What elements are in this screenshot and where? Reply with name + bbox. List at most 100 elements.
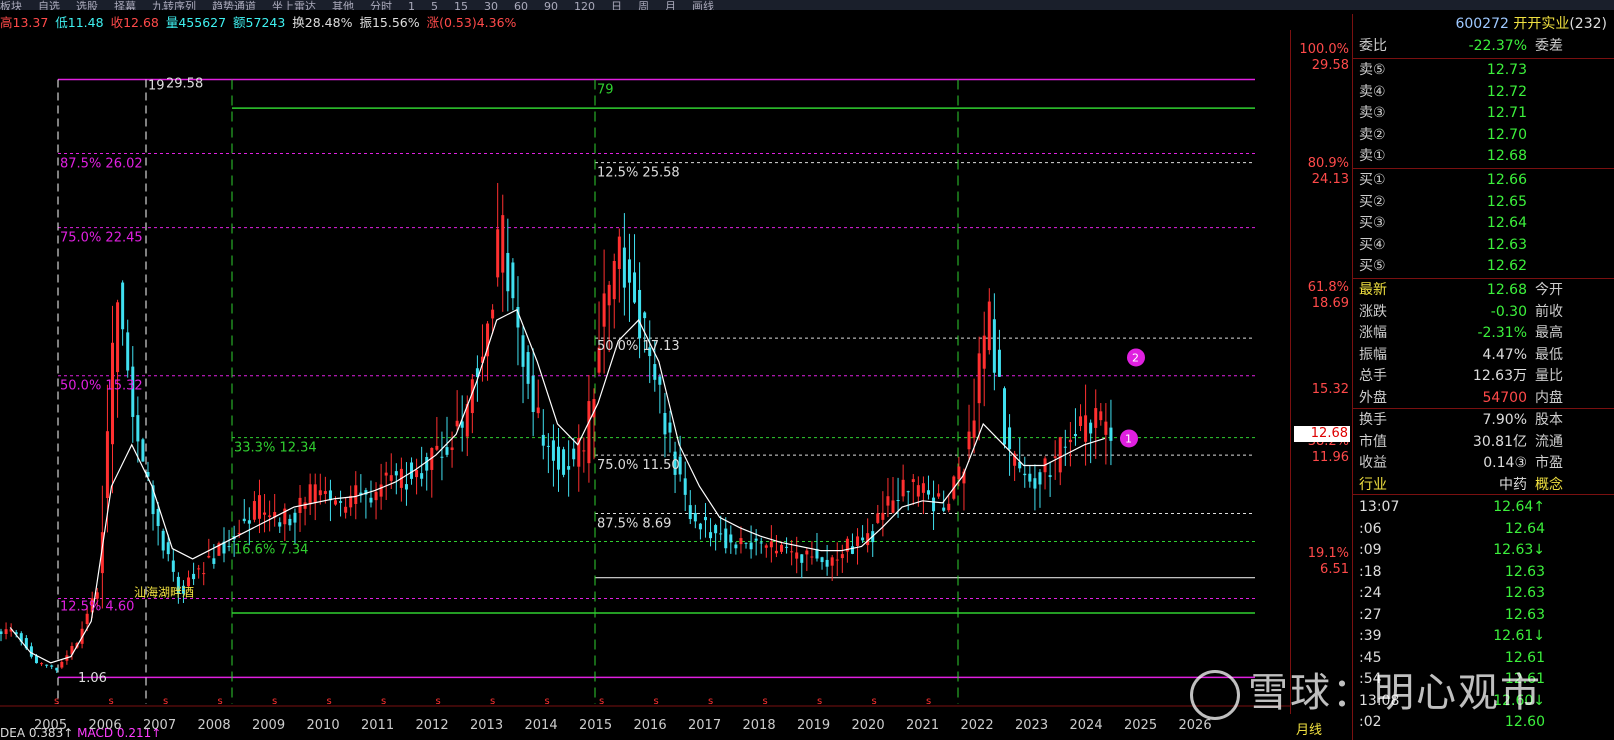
quote-row-value: -2.31%	[1477, 325, 1527, 341]
fund-row-value: 0.14③	[1483, 455, 1527, 471]
sell-row-label: 卖①	[1359, 148, 1386, 164]
candle-body	[95, 592, 99, 599]
toolbar-item[interactable]: 趋势通道	[212, 1, 256, 10]
toolbar-item[interactable]: 其他	[332, 1, 354, 10]
candle-body	[369, 497, 373, 503]
tick-row: 13:07 12.64↑	[1353, 497, 1614, 518]
toolbar-item[interactable]: 择幕	[114, 1, 136, 10]
toolbar-item[interactable]: 分时	[370, 1, 392, 10]
change-value: 涨(0.53)4.36%	[426, 15, 517, 30]
candle-body	[50, 665, 54, 667]
axis-year-label: 2013	[470, 718, 504, 733]
fund-row: 收益 0.14③ 市盈	[1353, 453, 1614, 474]
candle-body	[840, 554, 844, 559]
top-toolbar: 板块 自选 选股 择幕 九转序列 趋势通道 坐上雷达 其他 分时 1 5 15 30 60 90 120 日周月…	[0, 0, 1614, 10]
quote-row: 外盘 54700 内盘	[1353, 388, 1614, 409]
candle-body	[653, 364, 657, 380]
fib-label: 87.5% 26.02	[60, 156, 143, 171]
tick-time: 13:07	[1359, 499, 1400, 515]
toolbar-item[interactable]: 板块	[0, 1, 22, 10]
quote-row-label: 振幅	[1359, 346, 1387, 363]
quote-row-label: 涨幅	[1359, 325, 1387, 341]
quote-row: 涨跌 -0.30 前收	[1353, 302, 1614, 323]
candle-body	[257, 495, 261, 519]
toolbar-item[interactable]: 选股	[76, 1, 98, 10]
signal-marker: s	[163, 696, 168, 707]
close-value: 收12.68	[110, 15, 159, 30]
committee-label: 委比	[1359, 38, 1387, 54]
candle-body	[1023, 473, 1027, 476]
signal-marker: s	[926, 696, 931, 707]
quote-row-label: 总手	[1359, 368, 1387, 384]
tick-row: :39 12.61↓	[1353, 626, 1614, 647]
tick-price: 12.64	[1504, 520, 1545, 537]
candle-body	[1104, 421, 1108, 435]
candle-body	[1008, 427, 1012, 450]
toolbar-item[interactable]: 日	[611, 1, 622, 10]
toolbar-item[interactable]: 月	[665, 1, 676, 10]
candle-body	[987, 301, 991, 351]
candle-body	[278, 522, 282, 527]
toolbar-item[interactable]: 90	[544, 1, 558, 10]
indicator-readout: DEA 0.383↑ MACD 0.211↑	[0, 726, 161, 740]
kline-chart[interactable]: 87.5% 26.02 75.0% 22.45 50.0% 15.32 12.5% 4…	[0, 30, 1290, 714]
quote-row: 最新 12.68 今开	[1353, 280, 1614, 301]
toolbar-item[interactable]: 周	[638, 1, 649, 10]
candle-body	[455, 420, 459, 427]
toolbar-item[interactable]: 30	[484, 1, 498, 10]
candle-body	[820, 557, 824, 563]
toolbar-item[interactable]: 5	[431, 1, 438, 10]
candle-body	[850, 546, 854, 554]
axis-price-label: 24.13	[1311, 172, 1349, 187]
candle-body	[937, 493, 941, 497]
axis-year-label: 2012	[415, 718, 449, 733]
fund-row-label2: 市盈	[1535, 455, 1563, 471]
period-tag[interactable]: 月线	[1296, 719, 1322, 738]
fund-row-label2: 概念	[1535, 476, 1563, 493]
toolbar-item[interactable]: 60	[514, 1, 528, 10]
fib-label: 87.5% 8.69	[597, 516, 671, 531]
candle-body	[1089, 422, 1093, 434]
toolbar-item[interactable]: 120	[574, 1, 595, 10]
candle-body	[308, 484, 312, 505]
candle-body	[602, 293, 606, 327]
candle-body	[972, 420, 976, 438]
toolbar-item[interactable]: 15	[454, 1, 468, 10]
high-value: 高13.37	[0, 15, 49, 30]
tick-row: :27 12.63	[1353, 605, 1614, 626]
candle-body	[582, 450, 586, 452]
candle-body	[445, 447, 449, 455]
candle-body	[440, 456, 444, 458]
toolbar-item[interactable]: 自选	[38, 1, 60, 10]
committee-row: 委比 -22.37% 委差	[1353, 36, 1614, 57]
quote-row-label: 最新	[1359, 282, 1387, 298]
candle-body	[612, 260, 616, 300]
sell-row-value: 12.72	[1486, 83, 1527, 100]
candle-body	[551, 440, 555, 461]
axis-price-label: 18.69	[1311, 296, 1349, 311]
sell-row: 卖③ 12.71	[1353, 103, 1614, 124]
candle-body	[734, 544, 738, 549]
candle-body	[506, 252, 510, 292]
toolbar-item[interactable]: 坐上雷达	[272, 1, 316, 10]
candle-body	[197, 568, 201, 570]
fib-label: 75.0% 22.45	[60, 231, 143, 246]
candle-body	[323, 491, 327, 494]
candle-body	[557, 446, 560, 470]
candle-body	[435, 445, 439, 450]
candle-body	[693, 513, 697, 522]
quote-row: 涨幅 -2.31% 最高	[1353, 323, 1614, 344]
candle-body	[354, 485, 358, 504]
candle-body	[714, 525, 718, 534]
toolbar-item[interactable]: 1	[408, 1, 415, 10]
quote-row-label2: 最高	[1535, 325, 1563, 341]
toolbar-item[interactable]: 画线	[692, 1, 714, 10]
candle-body	[916, 485, 920, 497]
axis-year-label: 2006	[88, 718, 122, 733]
tick-price: 12.63	[1504, 585, 1545, 601]
candle-body	[384, 472, 388, 476]
toolbar-item[interactable]: 九转序列	[152, 1, 196, 10]
watermark-text: 雪球：明心观市	[1248, 670, 1542, 716]
candle-body	[764, 545, 768, 548]
candle-body	[212, 558, 216, 564]
